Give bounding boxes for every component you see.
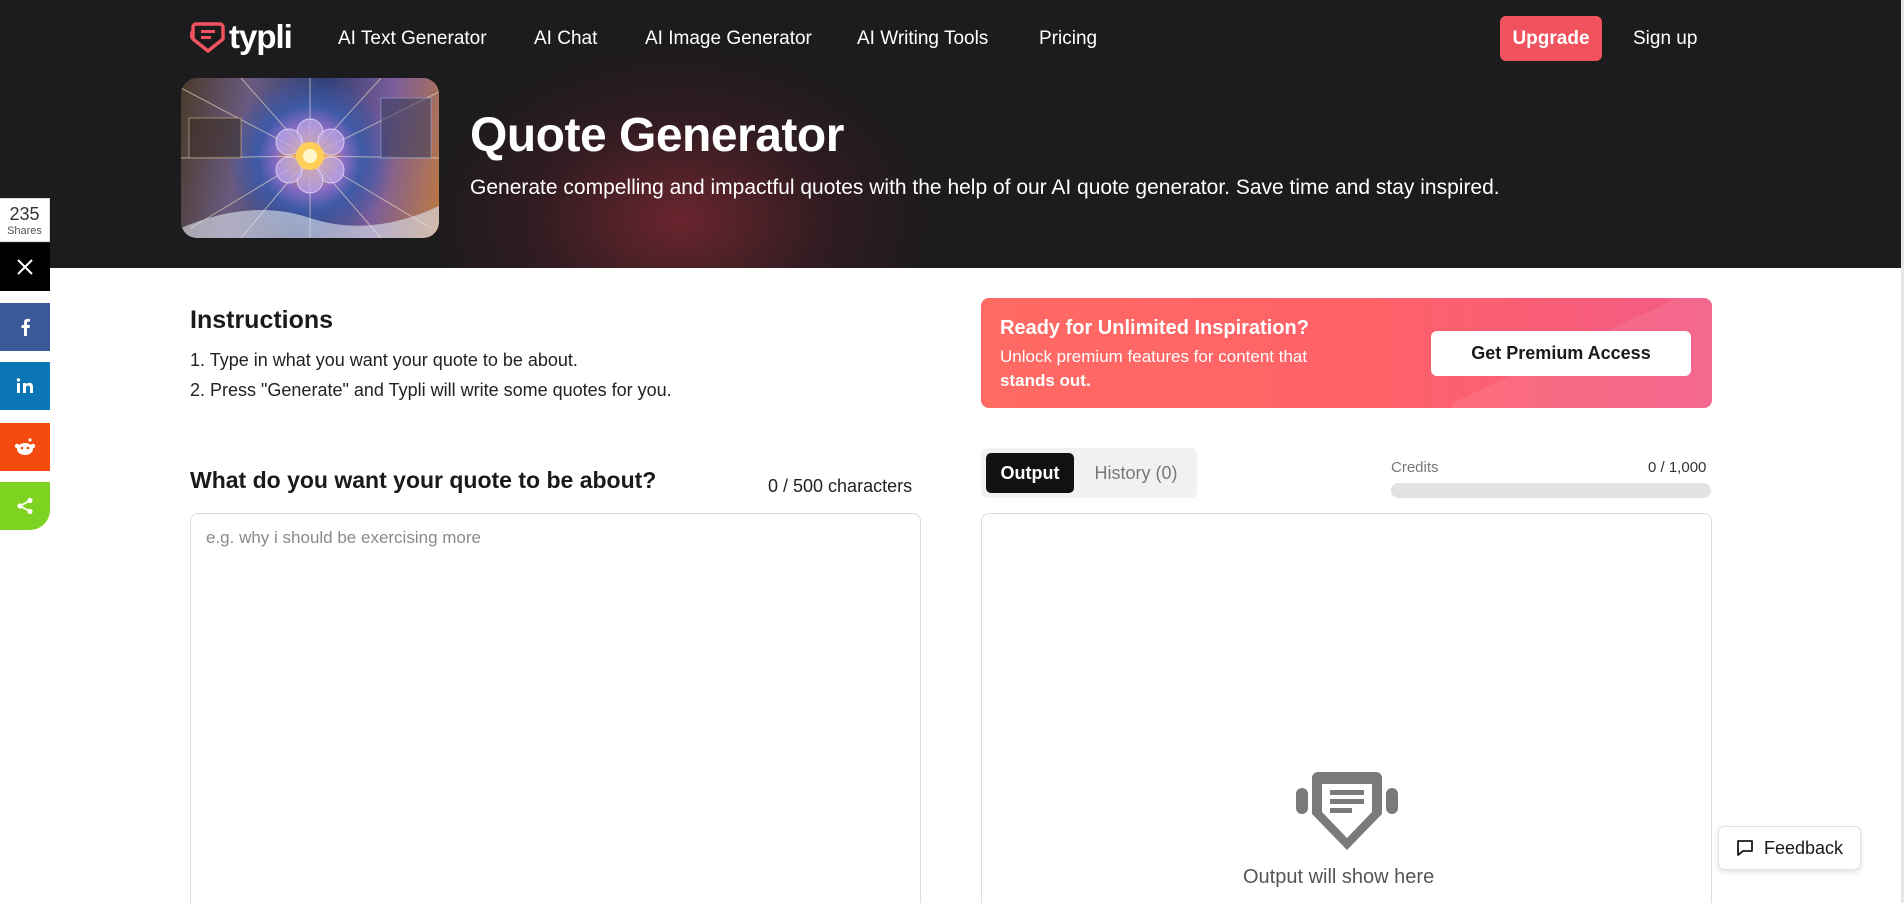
share-count-label: Shares <box>7 225 42 237</box>
promo-text-bold: stands out. <box>1000 371 1091 390</box>
linkedin-icon <box>16 378 33 393</box>
hero-illustration <box>181 78 439 238</box>
instructions-title: Instructions <box>190 306 334 334</box>
promo-title: Ready for Unlimited Inspiration? <box>1000 317 1309 339</box>
nav-pricing[interactable]: Pricing <box>1039 28 1097 50</box>
output-tabs: Output History (0) <box>981 448 1197 498</box>
nav-ai-text-generator[interactable]: AI Text Generator <box>338 28 487 50</box>
feedback-button[interactable]: Feedback <box>1718 826 1861 870</box>
share-icon <box>17 497 33 515</box>
feedback-label: Feedback <box>1763 837 1844 858</box>
premium-promo-banner: Ready for Unlimited Inspiration? Unlock … <box>981 298 1712 408</box>
share-more-button[interactable] <box>0 482 50 530</box>
logo[interactable]: typli <box>190 17 293 55</box>
credits-label: Credits <box>1391 459 1439 476</box>
share-linkedin-button[interactable] <box>0 362 50 410</box>
top-nav: typli AI Text Generator AI Chat AI Image… <box>0 0 1901 78</box>
share-reddit-button[interactable] <box>0 423 50 471</box>
typli-logo-icon <box>190 22 225 53</box>
reddit-icon <box>14 438 36 455</box>
typli-placeholder-icon <box>1296 772 1398 850</box>
tab-history[interactable]: History (0) <box>1081 453 1191 493</box>
quote-topic-input[interactable] <box>190 513 921 903</box>
chat-bubble-icon <box>1737 840 1753 856</box>
tab-output[interactable]: Output <box>986 453 1074 493</box>
hero-image <box>181 78 439 238</box>
x-icon <box>17 259 33 275</box>
promo-text: Unlock premium features for content that… <box>1000 345 1360 393</box>
credits-progress-bar <box>1391 483 1711 498</box>
page-subtitle: Generate compelling and impactful quotes… <box>470 176 1500 199</box>
instruction-step-1: 1. Type in what you want your quote to b… <box>190 350 578 370</box>
credits-value: 0 / 1,000 <box>1648 459 1707 476</box>
share-facebook-button[interactable] <box>0 303 50 351</box>
output-placeholder-text: Output will show here <box>1243 866 1435 888</box>
character-counter: 0 / 500 characters <box>768 476 913 496</box>
get-premium-access-button[interactable]: Get Premium Access <box>1431 331 1691 376</box>
quote-topic-label: What do you want your quote to be about? <box>190 467 657 493</box>
nav-ai-writing-tools[interactable]: AI Writing Tools <box>857 28 988 50</box>
logo-text: typli <box>229 17 293 55</box>
signup-link[interactable]: Sign up <box>1633 28 1697 50</box>
nav-ai-chat[interactable]: AI Chat <box>534 28 597 50</box>
share-count-number: 235 <box>9 204 40 224</box>
facebook-icon <box>21 318 30 336</box>
page-title: Quote Generator <box>470 109 844 162</box>
share-count: 235 Shares <box>0 198 50 242</box>
share-x-button[interactable] <box>0 243 50 291</box>
nav-ai-image-generator[interactable]: AI Image Generator <box>645 28 812 50</box>
upgrade-button[interactable]: Upgrade <box>1500 16 1602 61</box>
promo-text-main: Unlock premium features for content that <box>1000 347 1308 366</box>
instruction-step-2: 2. Press "Generate" and Typli will write… <box>190 380 672 400</box>
